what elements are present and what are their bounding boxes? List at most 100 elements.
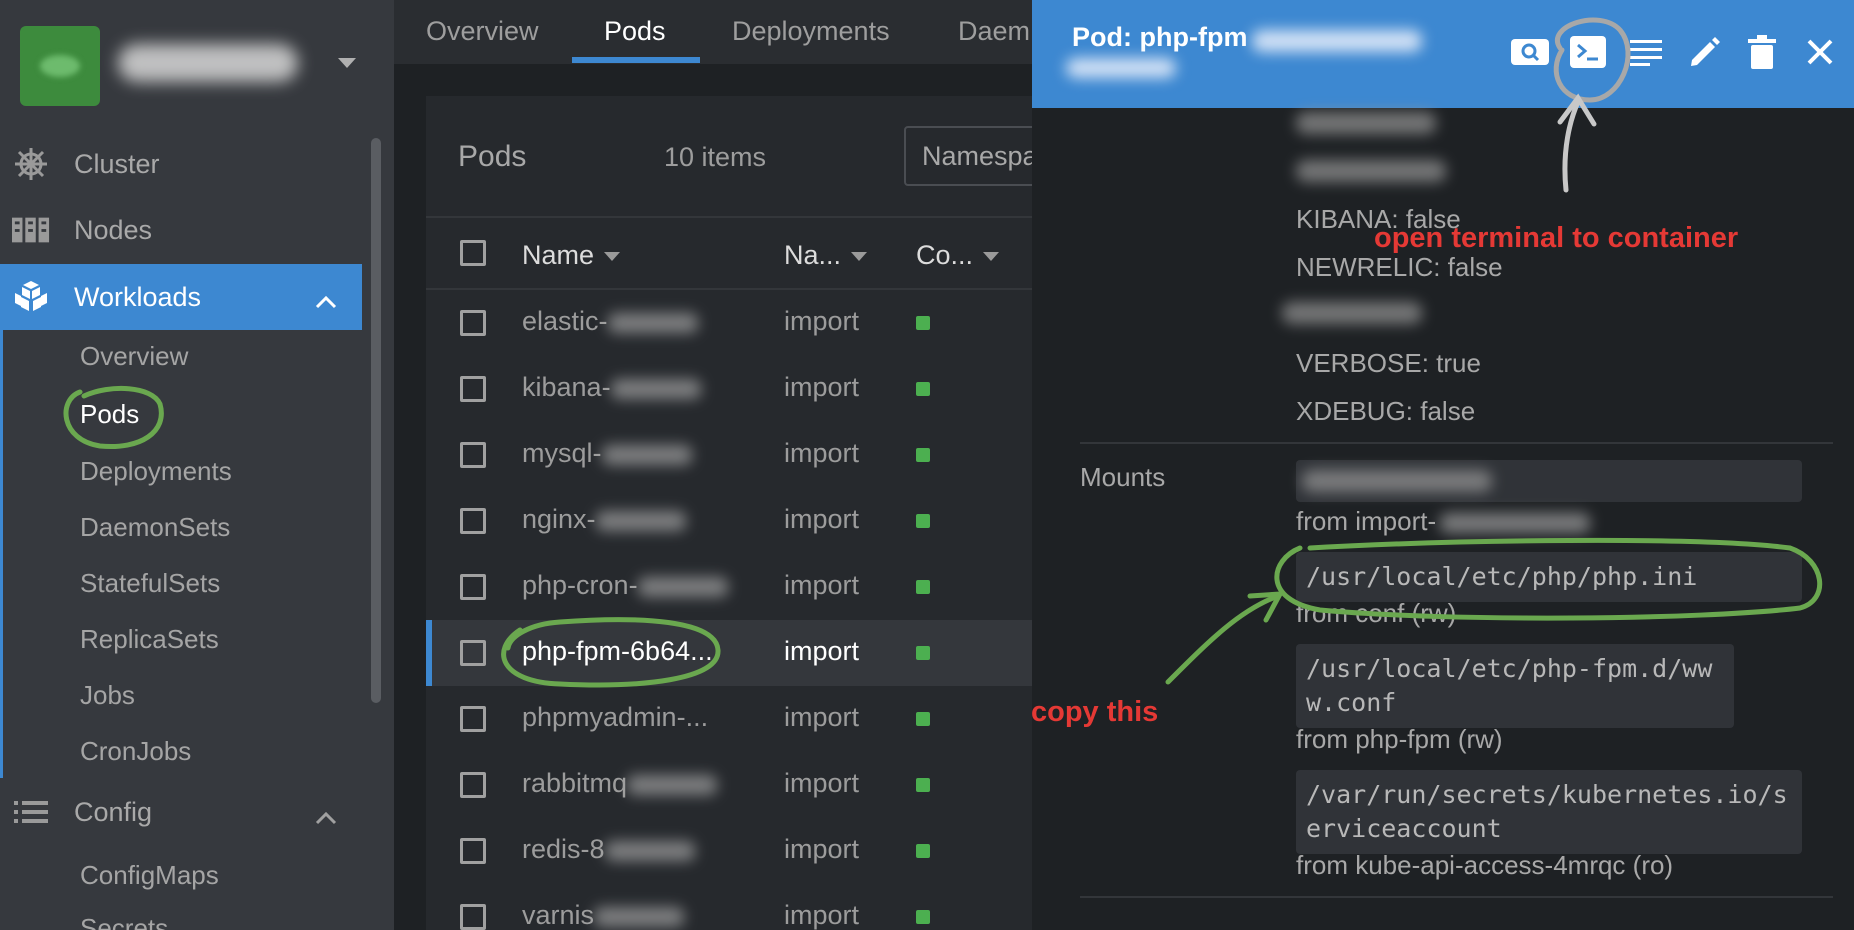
pod-name-redacted xyxy=(607,312,698,333)
table-row[interactable]: nginx-import xyxy=(426,488,1034,554)
pod-name: mysql- xyxy=(522,438,692,469)
nav-workloads[interactable]: Workloads xyxy=(0,264,362,330)
nav-nodes[interactable]: Nodes xyxy=(0,198,362,262)
table-row[interactable]: php-cron-import xyxy=(426,554,1034,620)
annotation-terminal: open terminal to container xyxy=(1374,222,1739,254)
column-containers[interactable]: Co... xyxy=(916,240,1000,271)
pod-shell-button[interactable] xyxy=(1568,34,1608,74)
row-checkbox[interactable] xyxy=(460,640,486,666)
mount-path[interactable]: /usr/local/etc/php/php.ini xyxy=(1296,552,1802,602)
column-name[interactable]: Name xyxy=(522,240,621,271)
item-count: 10 items xyxy=(664,142,767,172)
pod-name: php-cron- xyxy=(522,570,728,601)
tab-deployments[interactable]: Deployments xyxy=(732,16,890,47)
sub-item-statefulsets[interactable]: StatefulSets xyxy=(80,563,220,603)
table-row[interactable]: kibana-import xyxy=(426,356,1034,422)
row-checkbox[interactable] xyxy=(460,772,486,798)
pod-name-text: rabbitmq xyxy=(522,768,628,798)
terminal-icon xyxy=(1570,35,1606,73)
tab-pods[interactable]: Pods xyxy=(604,16,666,47)
pod-name-text: nginx- xyxy=(522,504,596,534)
pod-logs-search-button[interactable] xyxy=(1510,34,1550,74)
pod-name: phpmyadmin-... xyxy=(522,702,708,733)
table-row[interactable]: mysql-import xyxy=(426,422,1034,488)
mount-path[interactable]: /var/run/secrets/kubernetes.io/serviceac… xyxy=(1296,770,1802,854)
table-row[interactable]: php-fpm-6b64... import xyxy=(426,620,1034,686)
workloads-cubes-icon xyxy=(12,278,50,316)
row-checkbox[interactable] xyxy=(460,574,486,600)
sort-caret-icon xyxy=(851,252,868,262)
mount-source: from kube-api-access-4mrqc (ro) xyxy=(1296,850,1674,880)
nav-cluster[interactable]: Cluster xyxy=(0,132,362,196)
pod-namespace: import xyxy=(784,372,860,402)
sub-item-jobs[interactable]: Jobs xyxy=(80,675,135,715)
pod-name-redacted xyxy=(595,510,686,531)
sub-item-daemonsets[interactable]: DaemonSets xyxy=(80,507,230,547)
lens-app: Cluster Nodes Workloads Overview Pods De… xyxy=(0,0,1854,930)
nav-nodes-label: Nodes xyxy=(74,214,153,245)
chevron-up-icon[interactable] xyxy=(314,286,338,317)
cluster-switcher[interactable] xyxy=(0,0,394,130)
table-row[interactable]: varnis import xyxy=(426,884,1034,930)
sub-item-replicasets[interactable]: ReplicaSets xyxy=(80,619,219,659)
pod-name-redacted xyxy=(601,444,692,465)
pod-name-redacted xyxy=(604,840,695,861)
pod-namespace: import xyxy=(784,636,860,666)
tab-daemonsets[interactable]: Daem xyxy=(958,16,1030,47)
mount-source: from conf (rw) xyxy=(1296,598,1457,628)
env-var-redacted xyxy=(1296,160,1446,182)
trash-icon xyxy=(1748,34,1776,74)
pod-namespace: import xyxy=(784,768,860,798)
row-checkbox[interactable] xyxy=(460,508,486,534)
sub-item-deployments[interactable]: Deployments xyxy=(80,451,232,491)
mount-path-redacted xyxy=(1296,460,1802,502)
caret-down-icon[interactable] xyxy=(338,58,356,68)
table-row[interactable]: elastic-import xyxy=(426,290,1034,356)
sidebar-scrollbar[interactable] xyxy=(371,138,381,703)
nav-workloads-label: Workloads xyxy=(74,281,202,312)
sub-item-configmaps[interactable]: ConfigMaps xyxy=(80,855,219,895)
select-all-checkbox[interactable] xyxy=(460,240,486,266)
sub-item-pods[interactable]: Pods xyxy=(80,394,139,434)
nav-cluster-label: Cluster xyxy=(74,148,160,179)
column-name-label: Name xyxy=(522,240,595,270)
chevron-up-icon[interactable] xyxy=(314,802,338,833)
section-divider xyxy=(1080,896,1833,898)
env-var-redacted xyxy=(1296,112,1436,134)
mount-path[interactable]: /usr/local/etc/php-fpm.d/www.conf xyxy=(1296,644,1734,728)
row-checkbox[interactable] xyxy=(460,376,486,402)
close-button[interactable] xyxy=(1800,34,1840,74)
row-checkbox[interactable] xyxy=(460,442,486,468)
row-checkbox[interactable] xyxy=(460,706,486,732)
nav-config-label: Config xyxy=(74,796,153,827)
tab-overview[interactable]: Overview xyxy=(426,16,539,47)
table-row[interactable]: redis-8 import xyxy=(426,818,1034,884)
pod-name-text: redis-8 xyxy=(522,834,605,864)
sidebar: Cluster Nodes Workloads Overview Pods De… xyxy=(0,0,394,930)
column-namespace[interactable]: Na... xyxy=(784,240,868,271)
nav-config[interactable]: Config xyxy=(0,780,362,844)
container-status-indicator xyxy=(916,910,930,924)
pod-name-text: php-fpm-6b64... xyxy=(522,636,713,666)
row-checkbox[interactable] xyxy=(460,838,486,864)
pod-namespace: import xyxy=(784,306,860,336)
edit-button[interactable] xyxy=(1684,34,1724,74)
sub-item-secrets[interactable]: Secrets xyxy=(80,908,168,930)
table-row[interactable]: phpmyadmin-... import xyxy=(426,686,1034,752)
sub-item-overview[interactable]: Overview xyxy=(80,336,188,376)
container-status-indicator xyxy=(916,844,930,858)
env-var: XDEBUG: false xyxy=(1296,396,1476,426)
container-status-indicator xyxy=(916,712,930,726)
pod-logs-button[interactable] xyxy=(1626,34,1666,74)
pod-name-text: mysql- xyxy=(522,438,602,468)
sub-item-cronjobs[interactable]: CronJobs xyxy=(80,731,191,771)
column-namespace-label: Na... xyxy=(784,240,842,270)
table-row[interactable]: rabbitmq import xyxy=(426,752,1034,818)
delete-button[interactable] xyxy=(1742,34,1782,74)
table-header: Name Na... Co... xyxy=(426,216,1034,290)
row-checkbox[interactable] xyxy=(460,310,486,336)
container-status-indicator xyxy=(916,778,930,792)
pod-namespace: import xyxy=(784,570,860,600)
pod-namespace: import xyxy=(784,702,860,732)
row-checkbox[interactable] xyxy=(460,904,486,930)
